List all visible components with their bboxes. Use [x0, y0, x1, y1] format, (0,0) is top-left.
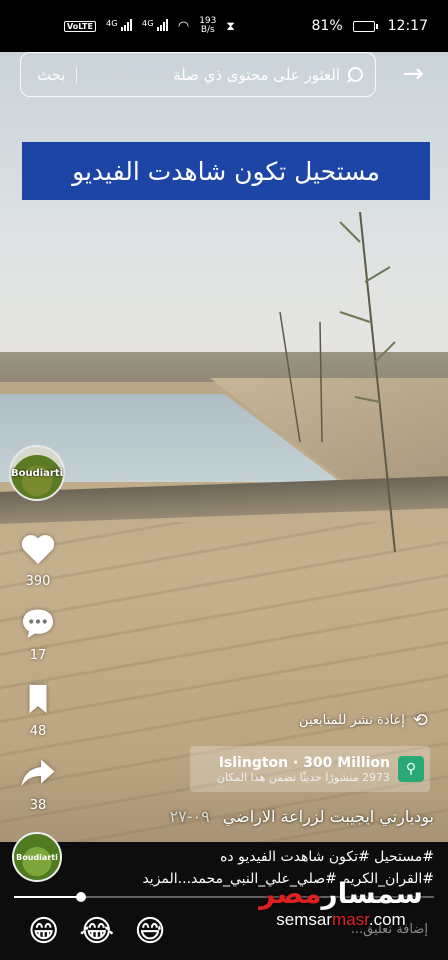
location-card[interactable]: ⚲ Islington · 300 Million 2973 منشورًا ح…: [190, 746, 430, 792]
avatar-label: Boudiarti: [10, 467, 64, 479]
clock: 12:17: [387, 18, 428, 34]
video-date: ٠٩-٢٧: [169, 807, 210, 826]
watermark-url: semsarmasr.com: [276, 910, 406, 929]
heart-icon: [21, 535, 55, 564]
network-speed: 193 B/s: [199, 16, 217, 35]
owner-avatar-label: Boudiarti: [16, 852, 58, 862]
caption-line-1: #مستحيل #تكون شاهدت الفيديو ده: [220, 849, 434, 865]
location-subtitle: 2973 منشورًا حديثًا تضمن هذا المكان: [216, 770, 390, 784]
search-button[interactable]: بحث: [33, 66, 66, 84]
share-count: 38: [29, 798, 47, 813]
battery-icon: [352, 20, 378, 32]
hourglass-icon: ⧗: [226, 18, 235, 33]
emoji-grin[interactable]: 😁: [28, 914, 59, 949]
status-bar: VoLTE 4G 4G ◠ 193 B/s ⧗ 81% 12:17: [0, 0, 448, 52]
comment-button[interactable]: 17: [16, 606, 60, 663]
search-divider: [75, 66, 77, 83]
progress-fill: [14, 896, 82, 898]
search-icon: [346, 66, 363, 83]
share-button[interactable]: 38: [16, 756, 60, 813]
repost-label: إعادة نشر للمتابعين: [298, 712, 405, 728]
share-icon: [21, 759, 55, 787]
video-tree-small: [279, 311, 323, 443]
comment-count: 17: [29, 648, 47, 663]
video-title[interactable]: بوديارتي ايجيبت لزراعة الاراضي ٠٩-٢٧: [170, 807, 434, 826]
watermark-arabic: سمسارمصر: [259, 877, 423, 910]
video-tracks: [0, 522, 448, 842]
channel-avatar[interactable]: Boudiarti: [9, 445, 65, 501]
search-bar[interactable]: العثور على محتوى ذي صلة بحث: [20, 52, 376, 97]
watermark-logo: سمسارمصر semsarmasr.com: [246, 878, 436, 930]
save-count: 48: [29, 724, 47, 739]
comment-icon: [23, 609, 53, 638]
battery-percent: 81%: [311, 18, 343, 34]
volte-badge: VoLTE: [64, 20, 96, 32]
like-button[interactable]: 390: [16, 532, 60, 589]
progress-knob[interactable]: [76, 892, 87, 902]
repost-to-followers-button[interactable]: ⟲ إعادة نشر للمتابعين: [298, 709, 428, 731]
like-count: 390: [25, 574, 51, 589]
search-input[interactable]: العثور على محتوى ذي صلة: [87, 66, 340, 84]
location-title: Islington · 300 Million: [218, 754, 390, 771]
location-pin-icon: ⚲: [398, 756, 424, 782]
sim1-signal-icon: 4G: [106, 18, 132, 33]
sim2-signal-icon: 4G: [142, 18, 168, 33]
quick-emoji-row: 😁 😂 😅: [28, 914, 166, 949]
forward-arrow-icon[interactable]: →: [402, 61, 424, 87]
owner-avatar[interactable]: Boudiarti: [12, 832, 62, 882]
emoji-sweat-smile[interactable]: 😅: [134, 914, 165, 949]
save-button[interactable]: 48: [16, 682, 60, 739]
video-banner-text: مستحيل تكون شاهدت الفيديو: [22, 142, 430, 200]
search-row: العثور على محتوى ذي صلة بحث →: [0, 52, 448, 98]
bookmark-icon: [29, 684, 47, 714]
video-title-text: بوديارتي ايجيبت لزراعة الاراضي: [222, 807, 434, 826]
repost-icon: ⟲: [412, 709, 428, 731]
emoji-joy[interactable]: 😂: [79, 914, 114, 949]
wifi-icon: ◠: [177, 18, 190, 34]
